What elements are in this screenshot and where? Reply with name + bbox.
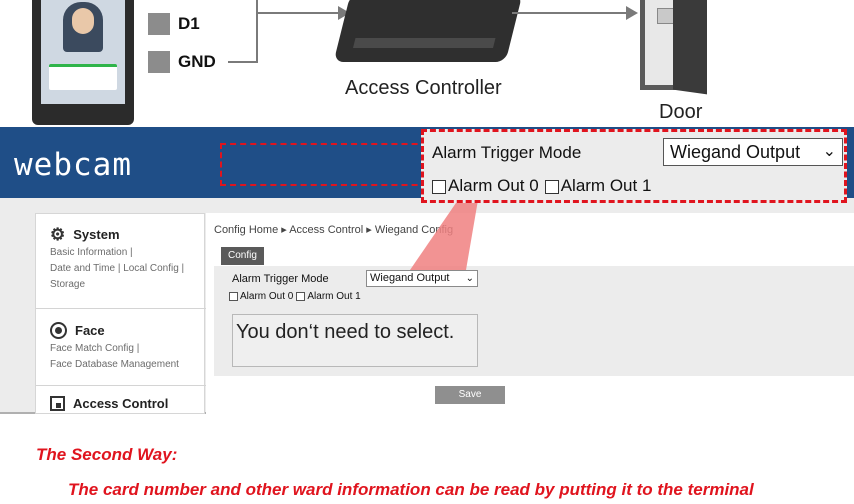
controller-terminal-strip bbox=[353, 38, 496, 48]
alarm-trigger-mode-value: Wiegand Output bbox=[370, 272, 450, 284]
breadcrumb: Config Home ▸ Access Control ▸ Wiegand C… bbox=[214, 224, 454, 236]
sidebar-title-face-label: Face bbox=[75, 323, 105, 338]
photo-face bbox=[72, 8, 94, 34]
chevron-down-icon: ⌄ bbox=[822, 143, 836, 160]
gnd-wire-vertical bbox=[256, 0, 258, 62]
callout-alarm-out-0-checkbox[interactable]: Alarm Out 0 bbox=[432, 176, 539, 196]
callout-alarm-out-1-label: Alarm Out 1 bbox=[560, 176, 652, 195]
sidebar-title-face[interactable]: Face bbox=[50, 322, 206, 339]
alarm-out-checkboxes: Alarm Out 0 Alarm Out 1 bbox=[229, 291, 361, 302]
access-controller-device bbox=[333, 0, 523, 62]
sidebar-section-access-control: Access Control bbox=[36, 396, 206, 411]
face-icon bbox=[50, 322, 67, 339]
gnd-terminal-block bbox=[148, 51, 170, 73]
alarm-out-1-checkbox[interactable]: Alarm Out 1 bbox=[296, 291, 361, 302]
sidebar-links-system-1[interactable]: Basic Information | bbox=[50, 245, 206, 261]
gear-icon: ⚙ bbox=[50, 225, 66, 244]
callout-alarm-trigger-label: Alarm Trigger Mode bbox=[432, 143, 582, 162]
callout-alarm-out-checkboxes: Alarm Out 0 Alarm Out 1 bbox=[432, 176, 651, 196]
gnd-label: GND bbox=[178, 52, 216, 71]
d1-terminal-block bbox=[148, 13, 170, 35]
main-content: Config Home ▸ Access Control ▸ Wiegand C… bbox=[206, 213, 854, 414]
d1-label: D1 bbox=[178, 14, 200, 33]
door-illustration bbox=[640, 0, 707, 95]
save-button[interactable]: Save bbox=[435, 386, 505, 404]
access-control-icon bbox=[50, 396, 65, 411]
d1-wire bbox=[256, 12, 346, 14]
sidebar-links-face-1[interactable]: Face Match Config | bbox=[50, 341, 206, 357]
sidebar-title-system[interactable]: ⚙ System bbox=[50, 226, 206, 243]
checkbox-icon bbox=[432, 179, 446, 194]
sidebar-section-system: ⚙ System Basic Information | Date and Ti… bbox=[36, 226, 206, 293]
terminal-screen bbox=[41, 0, 125, 104]
tab-config[interactable]: Config bbox=[221, 247, 264, 265]
alarm-out-0-checkbox[interactable]: Alarm Out 0 bbox=[229, 291, 293, 302]
alarm-out-1-label: Alarm Out 1 bbox=[307, 291, 361, 302]
sidebar-title-access-control-label: Access Control bbox=[73, 396, 169, 411]
checkbox-icon bbox=[544, 179, 559, 194]
sidebar-title-access-control[interactable]: Access Control bbox=[50, 396, 206, 411]
callout-alarm-out-1-checkbox[interactable]: Alarm Out 1 bbox=[544, 176, 652, 196]
gnd-wire-horizontal bbox=[228, 61, 258, 63]
controller-door-wire bbox=[512, 12, 632, 14]
access-controller-caption: Access Controller bbox=[345, 77, 502, 99]
zoom-callout: Alarm Trigger Mode Wiegand Output ⌄ Alar… bbox=[421, 129, 847, 203]
sidebar-section-face: Face Face Match Config | Face Database M… bbox=[36, 322, 206, 373]
match-card bbox=[49, 64, 117, 90]
sidebar-links-face-2[interactable]: Face Database Management bbox=[50, 357, 206, 373]
alarm-trigger-mode-label: Alarm Trigger Mode bbox=[232, 273, 329, 285]
face-terminal-device bbox=[32, 0, 134, 125]
config-form: Alarm Trigger Mode Wiegand Output ⌄ Alar… bbox=[214, 266, 854, 376]
instruction-note: You don‘t need to select. bbox=[232, 314, 478, 367]
callout-alarm-trigger-value: Wiegand Output bbox=[670, 142, 801, 162]
second-way-heading: The Second Way: bbox=[36, 445, 178, 464]
checkbox-icon bbox=[296, 291, 306, 301]
sidebar-title-system-label: System bbox=[73, 227, 120, 242]
checkbox-icon bbox=[229, 291, 238, 301]
callout-alarm-trigger-select[interactable]: Wiegand Output ⌄ bbox=[663, 138, 843, 166]
alarm-trigger-mode-select[interactable]: Wiegand Output ⌄ bbox=[366, 270, 478, 287]
door-caption: Door bbox=[659, 101, 703, 123]
sidebar-divider bbox=[36, 385, 206, 386]
callout-alarm-out-0-label: Alarm Out 0 bbox=[448, 176, 539, 195]
door-leaf bbox=[673, 0, 707, 95]
sidebar-divider bbox=[36, 308, 206, 309]
sidebar-links-system-3[interactable]: Storage bbox=[50, 277, 206, 293]
alarm-out-0-label: Alarm Out 0 bbox=[240, 291, 294, 302]
app-logo: webcam bbox=[14, 147, 132, 183]
controller-door-arrow bbox=[626, 6, 638, 20]
second-way-description: The card number and other ward informati… bbox=[68, 480, 754, 499]
sidebar-links-system-2[interactable]: Date and Time | Local Config | bbox=[50, 261, 206, 277]
sidebar: ⚙ System Basic Information | Date and Ti… bbox=[35, 213, 206, 414]
chevron-down-icon: ⌄ bbox=[465, 273, 474, 284]
